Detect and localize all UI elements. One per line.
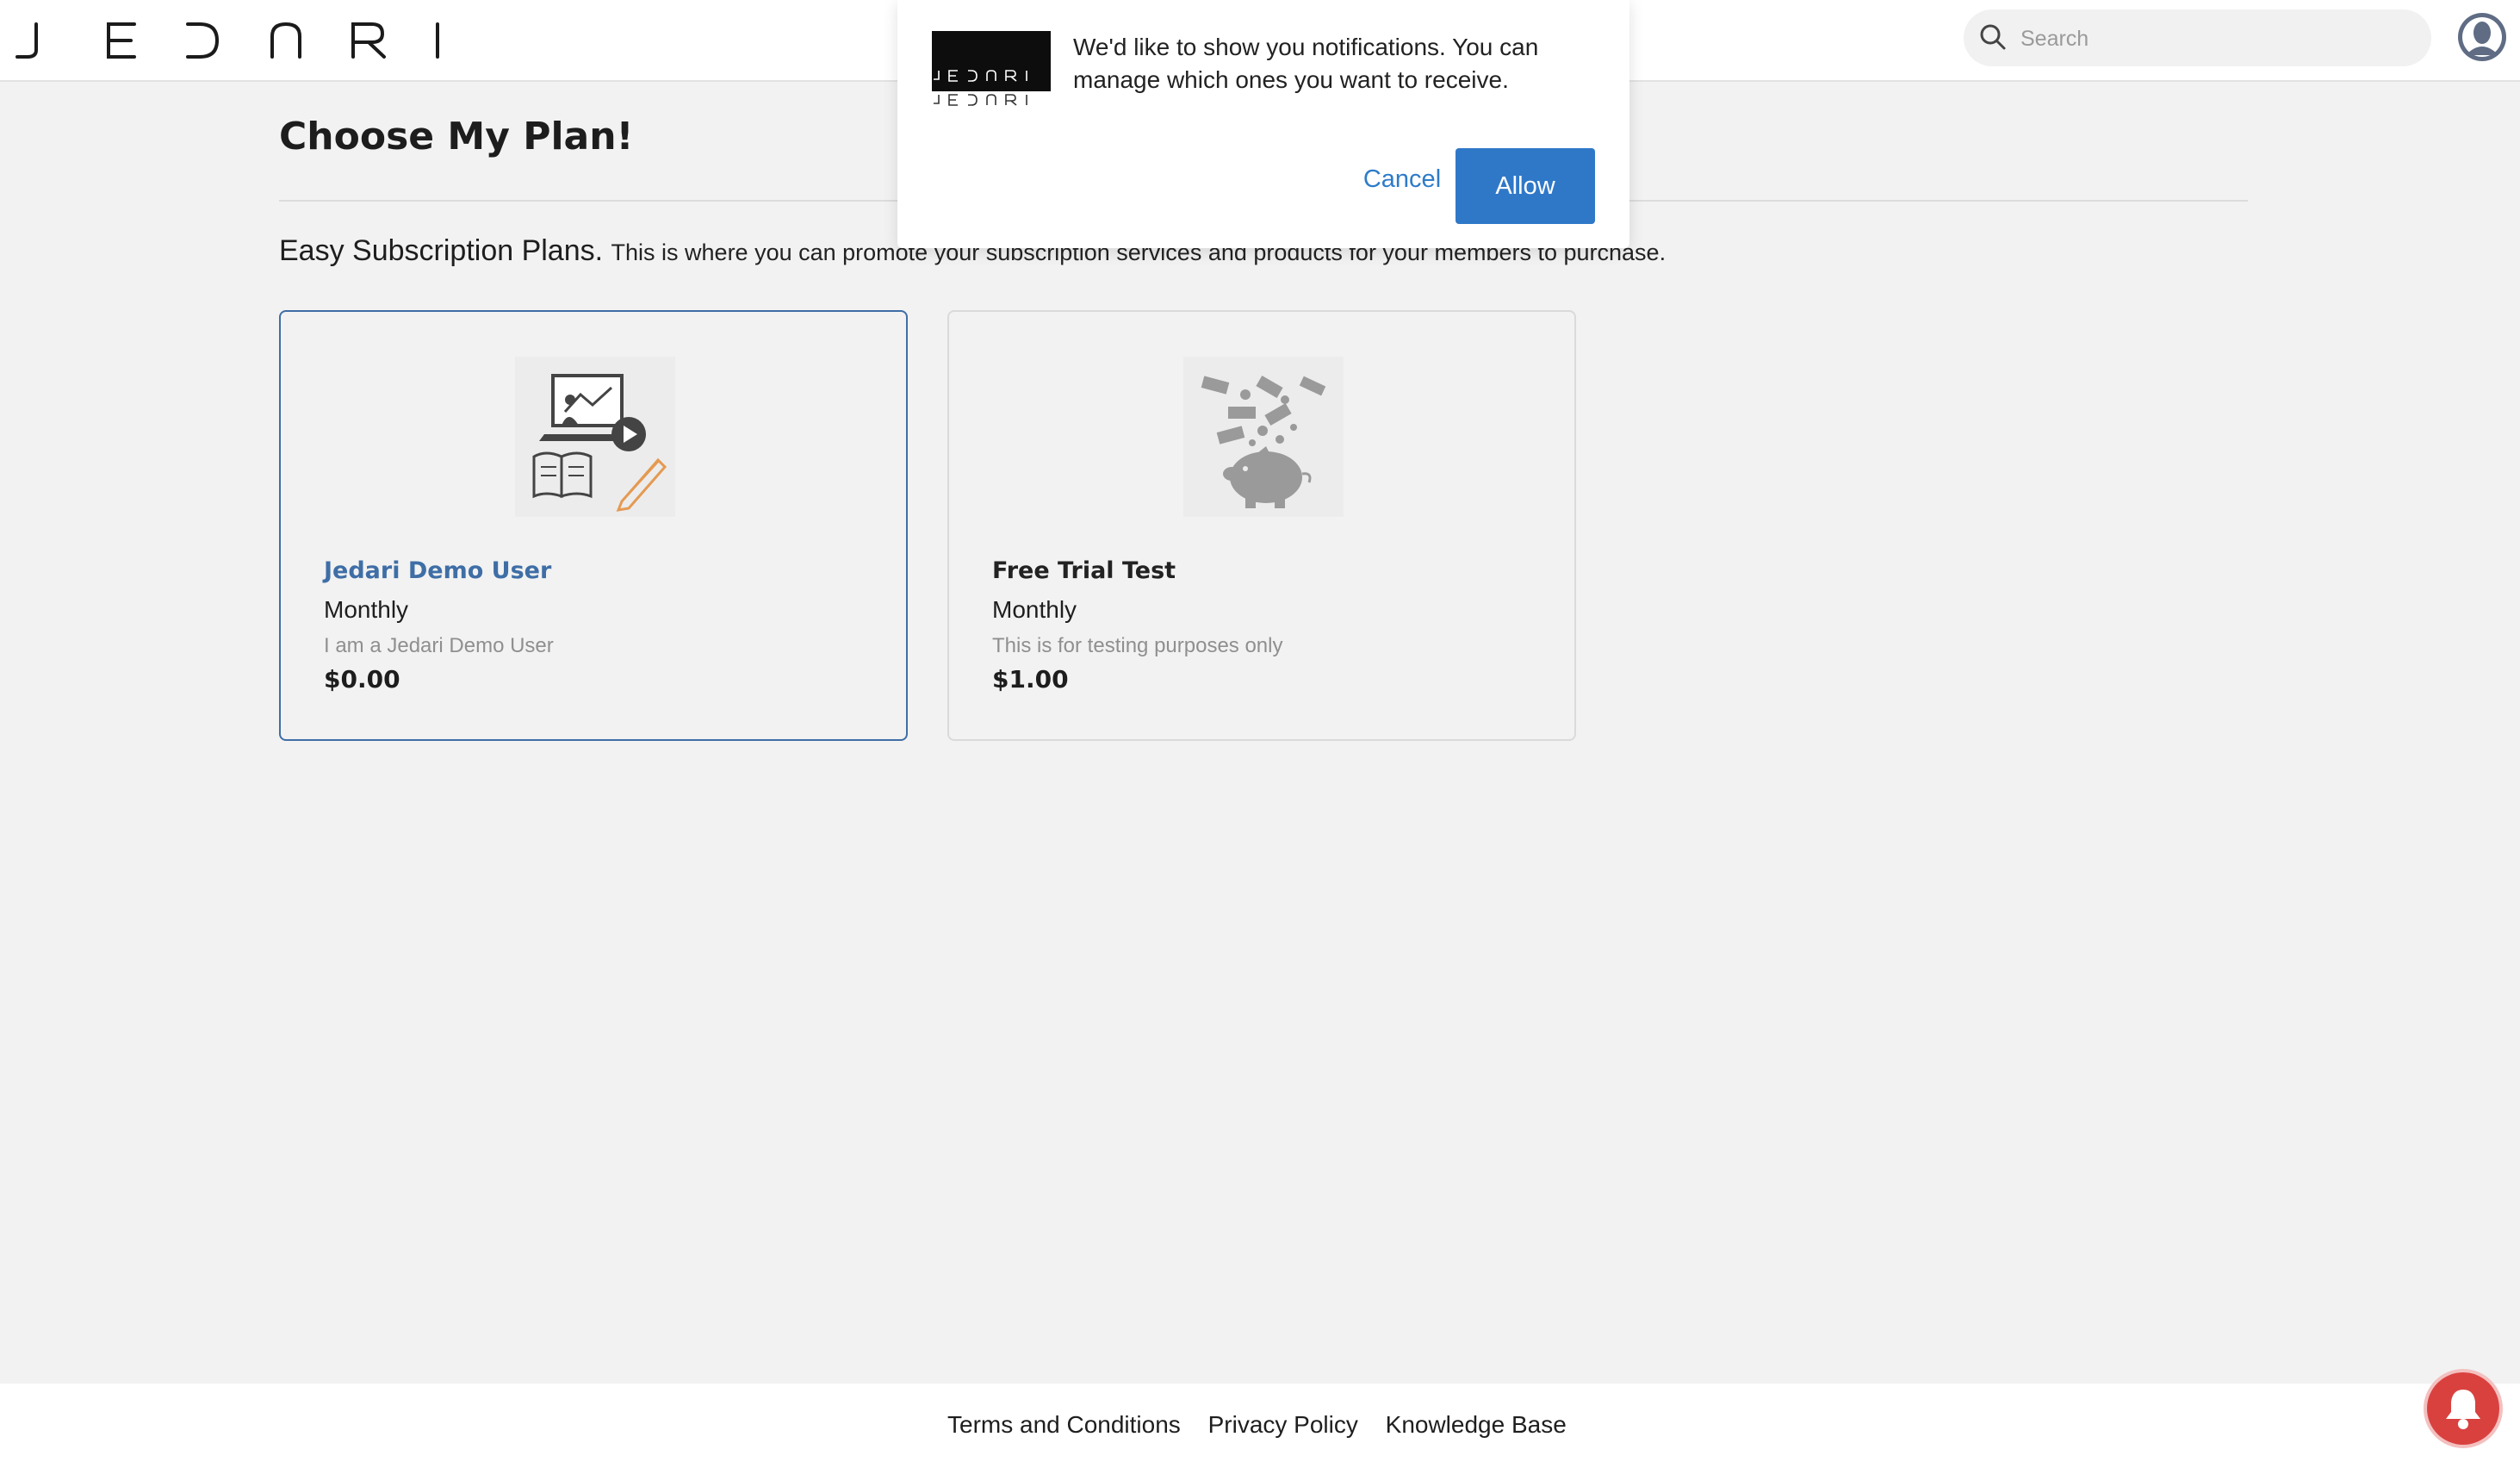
plan-description: I am a Jedari Demo User (324, 634, 554, 657)
piggy-bank-money-icon (1183, 357, 1344, 517)
subtitle-lead: Easy Subscription Plans. (279, 234, 604, 267)
terms-link[interactable]: Terms and Conditions (947, 1411, 1181, 1438)
plan-name[interactable]: Free Trial Test (992, 557, 1176, 584)
bell-icon (2446, 1390, 2480, 1429)
plan-period: Monthly (992, 596, 1077, 623)
page-title: Choose My Plan! (279, 115, 634, 159)
online-learning-icon (515, 357, 675, 517)
plan-card-free-trial-test[interactable]: Free Trial Test Monthly This is for test… (947, 310, 1576, 741)
notification-permission-dialog: We'd like to show you notifications. You… (897, 0, 1629, 248)
notification-bell-button[interactable] (2427, 1372, 2499, 1445)
plan-description: This is for testing purposes only (992, 634, 1283, 657)
footer: Terms and Conditions Privacy Policy Know… (0, 1384, 2520, 1468)
footer-links: Terms and Conditions Privacy Policy Know… (947, 1411, 1587, 1439)
user-avatar[interactable] (2457, 12, 2507, 66)
plan-price: $1.00 (992, 665, 1069, 694)
jedari-logo[interactable] (16, 21, 446, 65)
search-bar[interactable] (1964, 9, 2431, 68)
notification-message: We'd like to show you notifications. You… (1073, 34, 1539, 93)
search-icon (1979, 23, 2007, 55)
plan-card-jedari-demo-user[interactable]: Jedari Demo User Monthly I am a Jedari D… (279, 310, 908, 741)
knowledge-base-link[interactable]: Knowledge Base (1386, 1411, 1567, 1438)
allow-button[interactable]: Allow (1456, 148, 1595, 224)
plan-price: $0.00 (324, 665, 400, 694)
jedari-brand-logo (932, 31, 1051, 112)
plan-name[interactable]: Jedari Demo User (324, 557, 551, 584)
plan-period: Monthly (324, 596, 409, 623)
search-input[interactable] (2019, 9, 2418, 68)
privacy-policy-link[interactable]: Privacy Policy (1208, 1411, 1358, 1438)
